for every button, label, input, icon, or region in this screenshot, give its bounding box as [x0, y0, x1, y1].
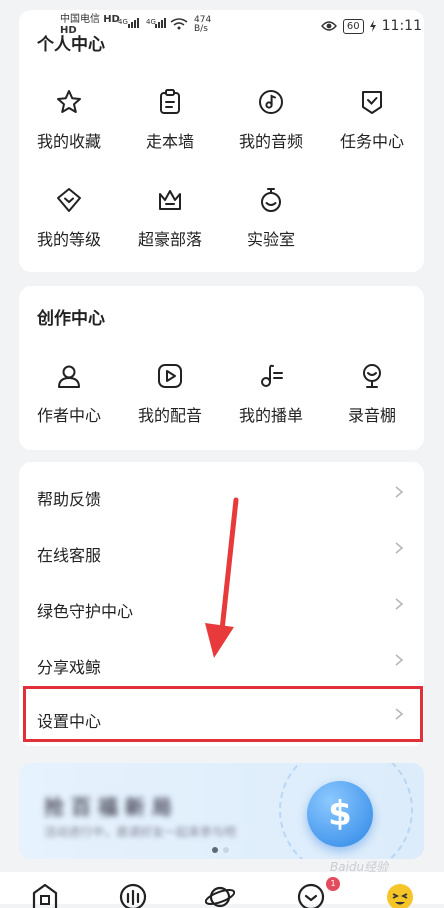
chevron-right-icon — [395, 542, 404, 554]
grid-item-my-playlist[interactable]: 我的播单 — [221, 362, 321, 426]
grid-item-label: 超豪部落 — [137, 230, 202, 249]
pagination-dot — [223, 847, 229, 853]
microphone-icon — [363, 364, 381, 388]
grid-item-label: 我的等级 — [36, 230, 101, 249]
grid-item-favorites[interactable]: 我的收藏 — [19, 88, 119, 152]
list-item-help-feedback[interactable]: 帮助反馈 — [19, 468, 424, 524]
music-note-icon — [259, 90, 283, 114]
grid-item-my-audio[interactable]: 我的音频 — [221, 88, 321, 152]
grid-item-level[interactable]: 我的等级 — [19, 186, 119, 250]
audio-wave-icon[interactable] — [118, 882, 148, 908]
grid-item-tribe[interactable]: 超豪部落 — [120, 186, 220, 250]
grid-item-author-center[interactable]: 作者中心 — [19, 362, 119, 426]
user-icon — [58, 365, 80, 388]
planet-icon[interactable] — [205, 882, 235, 908]
creation-center-title: 创作中心 — [37, 309, 105, 329]
grid-item-label: 实验室 — [246, 230, 295, 249]
list-item-label: 在线客服 — [37, 546, 102, 565]
status-right: 60 11:11 — [320, 18, 422, 34]
list-item-label: 绿色守护中心 — [37, 602, 134, 621]
crown-icon — [159, 190, 181, 210]
signal-icon: 4G 4G — [118, 18, 188, 30]
net-2: 4G — [146, 18, 156, 26]
chevron-right-icon — [395, 598, 404, 610]
level-diamond-icon — [57, 188, 81, 212]
list-item-label: 帮助反馈 — [37, 490, 102, 509]
star-icon — [57, 90, 81, 113]
list-item-label: 分享戏鲸 — [37, 658, 102, 677]
chevron-right-icon — [395, 486, 404, 498]
grid-item-my-dubbing[interactable]: 我的配音 — [120, 362, 220, 426]
banner-title: 抢 百 福 新 局 — [44, 795, 172, 819]
net-1: 4G — [118, 18, 128, 26]
flask-icon — [261, 188, 281, 212]
grid-item-label: 作者中心 — [36, 406, 101, 425]
grid-item-label: 走本墙 — [145, 132, 194, 151]
clipboard-icon — [160, 89, 180, 114]
banner-subtitle: 活动进行中，邀请好友一起来参与吧 — [44, 825, 237, 839]
battery-level: 60 — [342, 18, 364, 34]
grid-item-label: 我的配音 — [137, 406, 202, 425]
grid-item-wall[interactable]: 走本墙 — [120, 88, 220, 152]
playlist-icon — [261, 364, 283, 387]
bottom-tab-bar — [0, 872, 444, 908]
carrier-2: HD — [60, 25, 77, 36]
task-check-icon — [362, 91, 382, 114]
list-item-share[interactable]: 分享戏鲸 — [19, 636, 424, 692]
clock: 11:11 — [381, 18, 422, 34]
charging-icon — [369, 20, 376, 32]
list-item-green-guard[interactable]: 绿色守护中心 — [19, 580, 424, 636]
personal-center-card: 个人中心 我的收藏 走本墙 我的音频 任务中心 我的等级 超豪部落 实验室 — [19, 10, 424, 272]
list-item-online-service[interactable]: 在线客服 — [19, 524, 424, 580]
grid-item-lab[interactable]: 实验室 — [221, 186, 321, 250]
eye-icon — [320, 21, 337, 31]
grid-item-label: 我的音频 — [238, 132, 303, 151]
network-speed: 474 B/s — [194, 15, 212, 34]
carrier-info: 中国电信 HD HD — [60, 14, 120, 36]
grid-item-label: 我的播单 — [238, 406, 303, 425]
grid-item-studio[interactable]: 录音棚 — [322, 362, 422, 426]
chevron-right-icon — [395, 654, 404, 666]
watermark: Baidu经验 — [330, 860, 389, 874]
carrier-name: 中国电信 HD — [60, 14, 120, 25]
message-icon[interactable] — [296, 882, 326, 908]
grid-item-tasks[interactable]: 任务中心 — [322, 88, 422, 152]
grid-item-label: 我的收藏 — [36, 132, 101, 151]
highlight-box — [23, 686, 423, 742]
grid-item-label: 录音棚 — [347, 406, 396, 425]
banner-pagination — [212, 847, 229, 853]
notification-badge: 1 — [326, 877, 340, 891]
creation-center-card: 创作中心 作者中心 我的配音 我的播单 录音棚 — [19, 286, 424, 450]
status-bar: 中国电信 HD HD 4G 4G 474 B/s 60 11:11 — [0, 0, 444, 40]
dollar-coin-icon: $ — [307, 781, 373, 847]
grid-item-label: 任务中心 — [339, 132, 404, 151]
home-icon[interactable] — [30, 882, 60, 908]
pagination-dot-active — [212, 847, 218, 853]
play-icon — [158, 364, 182, 388]
promo-banner[interactable]: 抢 百 福 新 局 活动进行中，邀请好友一起来参与吧 $ — [19, 763, 424, 859]
avatar-emoji-icon[interactable] — [385, 882, 415, 908]
